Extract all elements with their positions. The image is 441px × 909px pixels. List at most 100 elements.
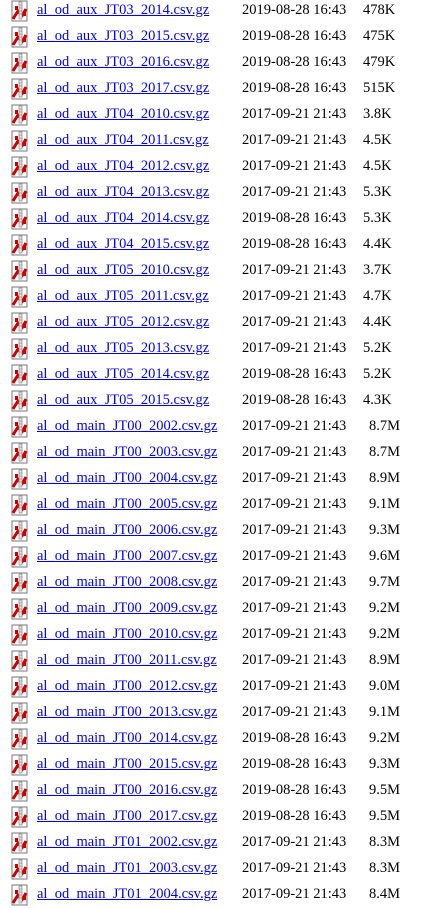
compressed-file-icon[interactable]: [10, 858, 32, 880]
file-link[interactable]: al_od_main_JT00_2016.csv.gz: [37, 782, 217, 799]
compressed-file-icon[interactable]: [10, 130, 32, 152]
compressed-file-icon[interactable]: [10, 26, 32, 48]
compressed-file-icon[interactable]: [10, 260, 32, 282]
file-link[interactable]: al_od_aux_JT04_2010.csv.gz: [37, 106, 209, 123]
file-size: 478K: [363, 2, 396, 18]
file-link[interactable]: al_od_main_JT00_2010.csv.gz: [37, 626, 217, 643]
file-row: al_od_aux_JT04_2010.csv.gz 2017-09-21 21…: [0, 103, 441, 129]
file-link[interactable]: al_od_aux_JT03_2016.csv.gz: [37, 54, 209, 71]
file-link[interactable]: al_od_main_JT00_2017.csv.gz: [37, 808, 217, 825]
compressed-file-icon[interactable]: [10, 546, 32, 568]
file-link[interactable]: al_od_main_JT00_2011.csv.gz: [37, 652, 217, 669]
file-link[interactable]: al_od_main_JT00_2005.csv.gz: [37, 496, 217, 513]
file-link[interactable]: al_od_aux_JT03_2015.csv.gz: [37, 28, 209, 45]
compressed-file-icon[interactable]: [10, 208, 32, 230]
compressed-file-icon[interactable]: [10, 884, 32, 906]
file-date: 2017-09-21 21:43: [242, 678, 347, 694]
file-size: 8.3M: [369, 834, 401, 850]
file-link[interactable]: al_od_main_JT00_2004.csv.gz: [37, 470, 217, 487]
compressed-file-icon[interactable]: [10, 832, 32, 854]
file-link[interactable]: al_od_main_JT00_2008.csv.gz: [37, 574, 217, 591]
file-size: 9.5M: [369, 782, 401, 798]
file-size: 4.7K: [363, 288, 392, 304]
compressed-file-icon[interactable]: [10, 156, 32, 178]
file-row: al_od_aux_JT05_2012.csv.gz 2017-09-21 21…: [0, 311, 441, 337]
compressed-file-icon[interactable]: [10, 286, 32, 308]
compressed-file-icon[interactable]: [10, 364, 32, 386]
compressed-file-icon[interactable]: [10, 624, 32, 646]
file-link[interactable]: al_od_main_JT01_2003.csv.gz: [37, 860, 217, 877]
file-link[interactable]: al_od_aux_JT04_2014.csv.gz: [37, 210, 209, 227]
file-size: 5.3K: [363, 184, 392, 200]
file-row: al_od_main_JT00_2013.csv.gz 2017-09-21 2…: [0, 701, 441, 727]
file-size: 4.5K: [363, 158, 392, 174]
file-date: 2017-09-21 21:43: [242, 158, 347, 174]
file-link[interactable]: al_od_main_JT00_2014.csv.gz: [37, 730, 217, 747]
compressed-file-icon[interactable]: [10, 598, 32, 620]
file-link[interactable]: al_od_aux_JT05_2013.csv.gz: [37, 340, 209, 357]
file-date: 2017-09-21 21:43: [242, 106, 347, 122]
file-link[interactable]: al_od_main_JT01_2004.csv.gz: [37, 886, 217, 903]
file-date: 2019-08-28 16:43: [242, 210, 347, 226]
compressed-file-icon[interactable]: [10, 806, 32, 828]
file-link[interactable]: al_od_main_JT00_2009.csv.gz: [37, 600, 217, 617]
compressed-file-icon[interactable]: [10, 52, 32, 74]
file-row: al_od_main_JT00_2010.csv.gz 2017-09-21 2…: [0, 623, 441, 649]
file-link[interactable]: al_od_main_JT00_2013.csv.gz: [37, 704, 217, 721]
compressed-file-icon[interactable]: [10, 468, 32, 490]
file-link[interactable]: al_od_aux_JT04_2011.csv.gz: [37, 132, 209, 149]
file-date: 2017-09-21 21:43: [242, 652, 347, 668]
file-date: 2017-09-21 21:43: [242, 860, 347, 876]
compressed-file-icon[interactable]: [10, 182, 32, 204]
file-link[interactable]: al_od_main_JT01_2002.csv.gz: [37, 834, 217, 851]
file-listing: al_od_aux_JT03_2014.csv.gz 2019-08-28 16…: [0, 0, 441, 909]
file-date: 2017-09-21 21:43: [242, 418, 347, 434]
file-link[interactable]: al_od_aux_JT03_2014.csv.gz: [37, 2, 209, 19]
file-link[interactable]: al_od_aux_JT05_2012.csv.gz: [37, 314, 209, 331]
file-link[interactable]: al_od_aux_JT05_2014.csv.gz: [37, 366, 209, 383]
compressed-file-icon[interactable]: [10, 728, 32, 750]
file-date: 2017-09-21 21:43: [242, 314, 347, 330]
compressed-file-icon[interactable]: [10, 520, 32, 542]
file-row: al_od_aux_JT05_2013.csv.gz 2017-09-21 21…: [0, 337, 441, 363]
compressed-file-icon[interactable]: [10, 754, 32, 776]
file-link[interactable]: al_od_aux_JT05_2011.csv.gz: [37, 288, 209, 305]
compressed-file-icon[interactable]: [10, 234, 32, 256]
compressed-file-icon[interactable]: [10, 702, 32, 724]
file-link[interactable]: al_od_aux_JT04_2012.csv.gz: [37, 158, 209, 175]
file-date: 2017-09-21 21:43: [242, 548, 347, 564]
file-link[interactable]: al_od_aux_JT04_2013.csv.gz: [37, 184, 209, 201]
file-link[interactable]: al_od_aux_JT04_2015.csv.gz: [37, 236, 209, 253]
file-link[interactable]: al_od_main_JT00_2007.csv.gz: [37, 548, 217, 565]
file-row: al_od_main_JT00_2008.csv.gz 2017-09-21 2…: [0, 571, 441, 597]
file-row: al_od_aux_JT04_2014.csv.gz 2019-08-28 16…: [0, 207, 441, 233]
compressed-file-icon[interactable]: [10, 0, 32, 22]
file-link[interactable]: al_od_main_JT00_2006.csv.gz: [37, 522, 217, 539]
file-link[interactable]: al_od_aux_JT03_2017.csv.gz: [37, 80, 209, 97]
compressed-file-icon[interactable]: [10, 494, 32, 516]
file-date: 2019-08-28 16:43: [242, 54, 347, 70]
compressed-file-icon[interactable]: [10, 416, 32, 438]
file-size: 9.0M: [369, 678, 401, 694]
compressed-file-icon[interactable]: [10, 104, 32, 126]
compressed-file-icon[interactable]: [10, 676, 32, 698]
compressed-file-icon[interactable]: [10, 312, 32, 334]
file-link[interactable]: al_od_main_JT00_2003.csv.gz: [37, 444, 217, 461]
compressed-file-icon[interactable]: [10, 780, 32, 802]
file-link[interactable]: al_od_main_JT00_2002.csv.gz: [37, 418, 217, 435]
compressed-file-icon[interactable]: [10, 390, 32, 412]
file-size: 9.1M: [369, 496, 401, 512]
compressed-file-icon[interactable]: [10, 572, 32, 594]
compressed-file-icon[interactable]: [10, 442, 32, 464]
file-link[interactable]: al_od_aux_JT05_2015.csv.gz: [37, 392, 209, 409]
compressed-file-icon[interactable]: [10, 650, 32, 672]
compressed-file-icon[interactable]: [10, 338, 32, 360]
file-link[interactable]: al_od_main_JT00_2015.csv.gz: [37, 756, 217, 773]
compressed-file-icon[interactable]: [10, 78, 32, 100]
file-date: 2017-09-21 21:43: [242, 886, 347, 902]
file-link[interactable]: al_od_aux_JT05_2010.csv.gz: [37, 262, 209, 279]
file-date: 2019-08-28 16:43: [242, 808, 347, 824]
file-link[interactable]: al_od_main_JT00_2012.csv.gz: [37, 678, 217, 695]
file-row: al_od_aux_JT05_2010.csv.gz 2017-09-21 21…: [0, 259, 441, 285]
file-size: 4.3K: [363, 392, 392, 408]
